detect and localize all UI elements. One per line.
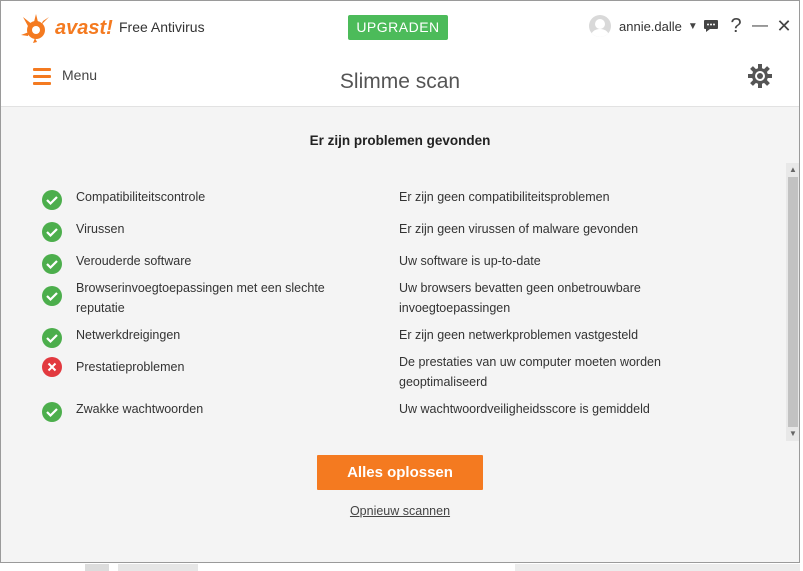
scroll-up-icon[interactable]: ▲: [786, 163, 799, 177]
cross-icon: [42, 357, 62, 377]
avast-logo-icon: [19, 11, 53, 45]
check-name: Browserinvoegtoepassingen met een slecht…: [76, 281, 325, 315]
check-name: Verouderde software: [76, 254, 192, 268]
result-row-viruses: Virussen Er zijn geen virussen of malwar…: [41, 219, 741, 245]
help-button[interactable]: ?: [725, 15, 747, 37]
fix-all-button[interactable]: Alles oplossen: [317, 455, 483, 490]
checkmark-icon: [42, 328, 62, 348]
checkmark-icon: [42, 190, 62, 210]
scan-results-panel: Er zijn problemen gevonden Compatibilite…: [1, 107, 799, 562]
checkmark-icon: [42, 286, 62, 306]
check-name: Zwakke wachtwoorden: [76, 402, 204, 416]
page-title: Slimme scan: [339, 70, 461, 93]
avast-window: avast! Free Antivirus UPGRADEN annie.dal…: [0, 0, 800, 563]
result-row-outdated-software: Verouderde software Uw software is up-to…: [41, 251, 741, 277]
upgrade-button[interactable]: UPGRADEN: [348, 15, 448, 40]
background-fragment: [85, 564, 109, 571]
background-fragment: [515, 564, 800, 571]
rescan-link[interactable]: Opnieuw scannen: [350, 504, 450, 518]
title-bar: avast! Free Antivirus UPGRADEN annie.dal…: [1, 1, 799, 53]
background-fragment: [118, 564, 198, 571]
results-heading: Er zijn problemen gevonden: [309, 133, 491, 148]
scrollbar-thumb[interactable]: [788, 177, 798, 427]
avatar: [589, 15, 611, 37]
rescan-link-wrapper: Opnieuw scannen: [1, 504, 799, 518]
check-name: Virussen: [76, 222, 125, 236]
results-scrollbar[interactable]: ▲ ▼: [786, 163, 799, 441]
user-name: annie.dalle: [619, 18, 682, 34]
check-name: Prestatieproblemen: [76, 360, 185, 374]
gear-icon[interactable]: [747, 63, 773, 89]
product-name: Free Antivirus: [119, 19, 205, 35]
check-result: Uw wachtwoordveiligheidsscore is gemidde…: [399, 402, 650, 416]
checkmark-icon: [42, 254, 62, 274]
close-button[interactable]: ✕: [773, 15, 795, 37]
check-result: Uw software is up-to-date: [399, 254, 541, 268]
result-row-browser-addons: Browserinvoegtoepassingen met een slecht…: [41, 278, 741, 320]
menu-bar: Menu Slimme scan: [1, 53, 799, 107]
result-row-performance: Prestatieproblemen De prestaties van uw …: [41, 352, 741, 394]
minimize-button[interactable]: —: [749, 15, 771, 37]
chevron-down-icon: ▼: [687, 20, 698, 32]
check-result: Uw browsers bevatten geen onbetrouwbare …: [399, 281, 641, 315]
check-name: Netwerkdreigingen: [76, 328, 181, 342]
check-result: Er zijn geen compatibiliteitsproblemen: [399, 190, 610, 204]
checkmark-icon: [42, 402, 62, 422]
checkmark-icon: [42, 222, 62, 242]
result-row-weak-passwords: Zwakke wachtwoorden Uw wachtwoordveiligh…: [41, 399, 741, 425]
result-row-compatibility: Compatibiliteitscontrole Er zijn geen co…: [41, 187, 741, 213]
avast-logo: avast!: [19, 11, 113, 45]
scroll-down-icon[interactable]: ▼: [786, 427, 799, 441]
chat-bubble-icon[interactable]: [700, 15, 722, 37]
user-menu[interactable]: annie.dalle ▼: [589, 15, 698, 37]
check-result: Er zijn geen virussen of malware gevonde…: [399, 222, 639, 236]
check-result: De prestaties van uw computer moeten wor…: [399, 355, 661, 389]
result-row-network: Netwerkdreigingen Er zijn geen netwerkpr…: [41, 325, 741, 351]
background-window-edge: [0, 563, 803, 571]
logo-text: avast!: [55, 16, 113, 39]
check-result: Er zijn geen netwerkproblemen vastgestel…: [399, 328, 639, 342]
check-name: Compatibiliteitscontrole: [76, 190, 206, 204]
